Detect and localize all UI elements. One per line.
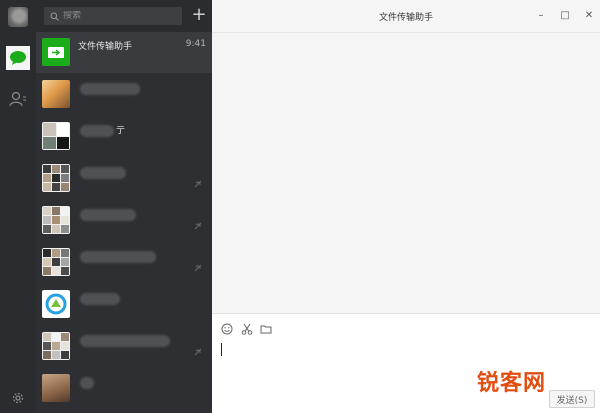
blurred-name (80, 293, 120, 305)
conversation-name: 亍 (116, 126, 126, 136)
conversation-item[interactable]: 亍 (36, 116, 212, 157)
contact-avatar (42, 80, 70, 108)
chat-window: 文件传输助手 – □ ✕ 发送(S) (212, 0, 600, 413)
composer: 发送(S) (212, 313, 600, 413)
search-input[interactable] (63, 11, 173, 21)
blurred-name (80, 167, 126, 179)
text-caret (221, 343, 222, 356)
group-avatar (42, 122, 70, 150)
blurred-name (80, 125, 114, 137)
folder-icon (260, 325, 272, 334)
search-box[interactable] (44, 7, 182, 25)
file-transfer-avatar (42, 38, 70, 66)
gear-icon (12, 392, 24, 404)
conversation-item[interactable] (36, 158, 212, 199)
blurred-name (80, 209, 136, 221)
conversation-item[interactable] (36, 284, 212, 325)
nav-rail (0, 0, 36, 413)
contact-avatar (42, 374, 70, 402)
group-avatar (42, 206, 70, 234)
group-avatar (42, 164, 70, 192)
send-file-button[interactable] (259, 322, 273, 336)
conversation-item[interactable] (36, 200, 212, 241)
nav-chats[interactable] (6, 46, 30, 70)
mute-icon (194, 222, 202, 230)
conversation-item[interactable] (36, 368, 212, 409)
conversation-item[interactable] (36, 74, 212, 115)
conversation-time: 9:41 (185, 39, 206, 49)
conversation-item-file-transfer[interactable]: 文件传输助手 9:41 (36, 32, 212, 73)
conversation-item[interactable] (36, 326, 212, 367)
search-icon (50, 12, 59, 21)
group-avatar (42, 332, 70, 360)
conversation-list[interactable]: 文件传输助手 9:41 亍 (36, 32, 212, 413)
app-logo-icon (45, 293, 67, 315)
message-area[interactable] (212, 33, 600, 313)
emoji-icon (221, 323, 233, 335)
conversation-item[interactable] (36, 242, 212, 283)
add-chat-button[interactable]: + (190, 6, 208, 26)
nav-settings[interactable] (6, 386, 30, 410)
minimize-button[interactable]: – (534, 8, 548, 22)
my-avatar[interactable] (8, 7, 28, 27)
chat-titlebar: 文件传输助手 – □ ✕ (212, 0, 600, 32)
screenshot-button[interactable] (240, 322, 254, 336)
close-button[interactable]: ✕ (582, 8, 596, 22)
blurred-name (80, 251, 156, 263)
chat-bubble-icon (10, 51, 26, 65)
maximize-button[interactable]: □ (558, 8, 572, 22)
conversation-name: 文件传输助手 (78, 42, 133, 52)
emoji-button[interactable] (220, 322, 234, 336)
send-button[interactable]: 发送(S) (549, 390, 595, 408)
transfer-arrow-icon (48, 46, 64, 58)
mute-icon (194, 348, 202, 356)
app-avatar (42, 290, 70, 318)
site-watermark: 锐客网 (477, 371, 547, 396)
group-avatar (42, 248, 70, 276)
blurred-name (80, 377, 94, 389)
search-bar: + (36, 0, 212, 32)
mute-icon (194, 264, 202, 272)
blurred-name (80, 83, 140, 95)
conversation-panel: + 文件传输助手 9:41 亍 (36, 0, 212, 413)
blurred-name (80, 335, 170, 347)
scissors-icon (241, 323, 253, 335)
nav-contacts[interactable] (6, 87, 30, 111)
mute-icon (194, 180, 202, 188)
contacts-icon (9, 91, 26, 107)
